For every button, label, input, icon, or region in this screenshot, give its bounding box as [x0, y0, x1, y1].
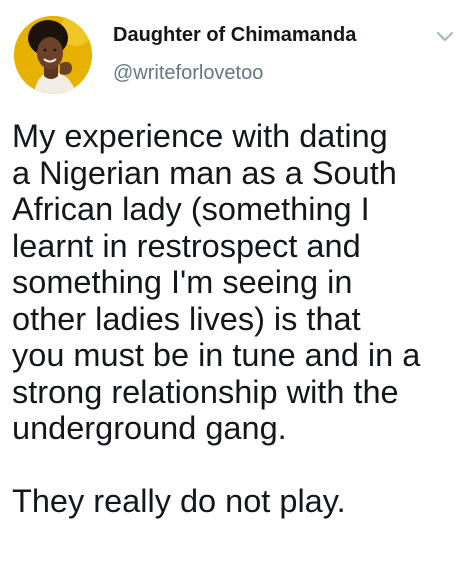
user-handle[interactable]: @writeforlovetoo	[113, 62, 263, 85]
avatar[interactable]	[14, 16, 92, 94]
display-name[interactable]: Daughter of Chimamanda	[113, 24, 356, 47]
tweet-text: My experience with dating a Nigerian man…	[12, 118, 421, 519]
tweet: Daughter of Chimamanda @writeforlovetoo …	[0, 0, 464, 581]
chevron-down-icon[interactable]	[434, 26, 456, 48]
profile-photo-icon	[14, 16, 92, 94]
